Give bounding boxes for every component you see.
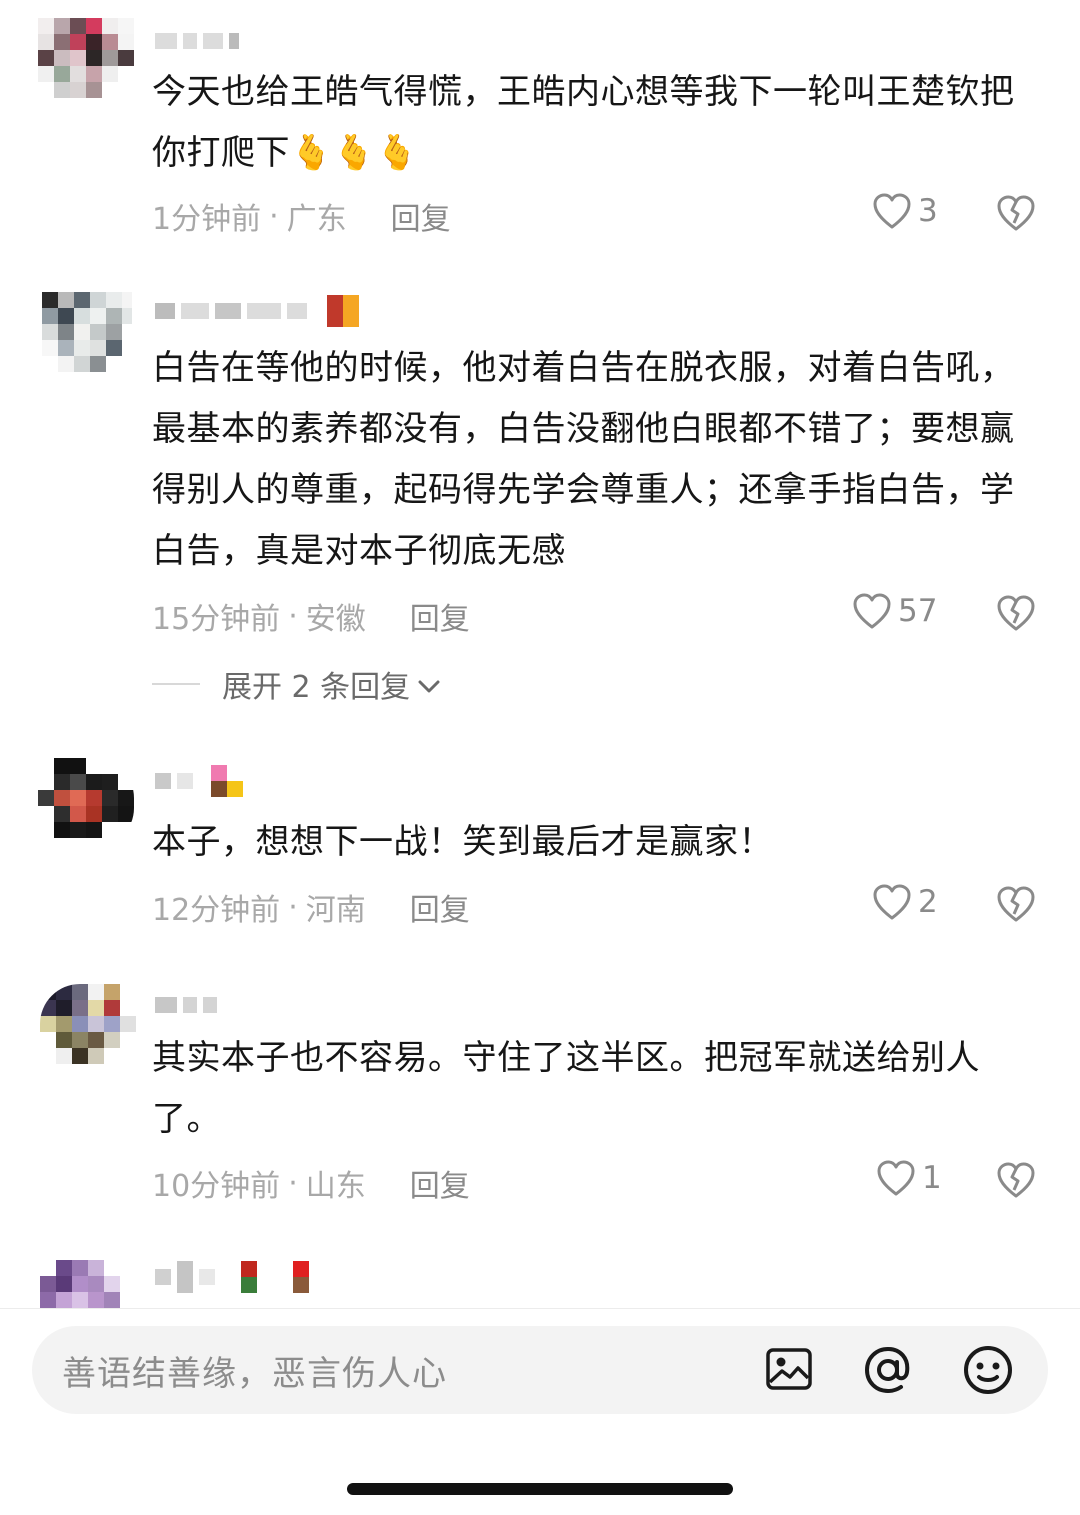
- input-divider: [0, 1308, 1080, 1309]
- like-button[interactable]: 2: [872, 883, 938, 921]
- heart-icon: [876, 1159, 916, 1197]
- heart-icon: [852, 592, 892, 630]
- avatar[interactable]: [42, 292, 132, 382]
- home-indicator[interactable]: [347, 1483, 733, 1495]
- avatar[interactable]: [40, 1260, 136, 1308]
- username-redacted[interactable]: [155, 990, 217, 1020]
- username-redacted[interactable]: [155, 26, 239, 56]
- chevron-down-icon: [418, 667, 440, 702]
- broken-heart-icon: [996, 194, 1036, 232]
- username-redacted[interactable]: [155, 295, 359, 327]
- like-button[interactable]: 57: [852, 592, 937, 630]
- broken-heart-icon: [996, 1161, 1036, 1199]
- dislike-button[interactable]: [996, 194, 1036, 232]
- user-badge: [293, 1261, 309, 1293]
- like-count: 3: [918, 193, 938, 229]
- broken-heart-icon: [996, 885, 1036, 923]
- broken-heart-icon: [996, 594, 1036, 632]
- meta-separator: ·: [288, 1165, 298, 1201]
- user-badge: [327, 295, 359, 327]
- comment-location: 河南: [305, 893, 366, 928]
- expand-replies-label: 展开 2 条回复: [222, 670, 411, 705]
- like-count: 57: [898, 593, 938, 629]
- comment-input-bar[interactable]: 善语结善缘，恶言伤人心: [32, 1326, 1048, 1414]
- like-count: 2: [918, 884, 938, 920]
- comment-text: 其实本子也不容易。守住了这半区。把冠军就送给别人了。: [152, 1038, 980, 1139]
- comment-location: 广东: [286, 202, 347, 237]
- comment-input-placeholder[interactable]: 善语结善缘，恶言伤人心: [62, 1346, 447, 1395]
- comment-meta: 15分钟前 · 安徽 回复: [152, 594, 470, 638]
- comment-meta: 1分钟前 · 广东 回复: [152, 194, 451, 238]
- like-count: 1: [922, 1160, 942, 1196]
- dislike-button[interactable]: [996, 885, 1036, 923]
- avatar[interactable]: [38, 758, 134, 848]
- like-button[interactable]: 1: [876, 1159, 942, 1197]
- user-badge: [241, 1261, 257, 1293]
- emoji-icon[interactable]: [962, 1344, 1014, 1400]
- comment-time: 10分钟前: [152, 1169, 281, 1204]
- meta-separator: ·: [288, 598, 298, 634]
- heart-icon: [872, 883, 912, 921]
- like-button[interactable]: 3: [872, 192, 938, 230]
- finger-heart-emoji: 🫰🫰🫰: [290, 133, 419, 173]
- comment-time: 15分钟前: [152, 602, 281, 637]
- comment-meta: 10分钟前 · 山东 回复: [152, 1161, 470, 1205]
- expand-divider: [152, 683, 200, 685]
- dislike-button[interactable]: [996, 1161, 1036, 1199]
- reply-button[interactable]: 回复: [410, 594, 470, 638]
- meta-separator: ·: [269, 198, 279, 234]
- user-badge: [211, 765, 243, 797]
- dislike-button[interactable]: [996, 594, 1036, 632]
- comment-meta: 12分钟前 · 河南 回复: [152, 885, 470, 929]
- comment-location: 山东: [305, 1169, 366, 1204]
- comment-time: 12分钟前: [152, 893, 281, 928]
- reply-button[interactable]: 回复: [391, 194, 451, 238]
- reply-button[interactable]: 回复: [410, 1161, 470, 1205]
- username-redacted[interactable]: [155, 765, 243, 797]
- expand-replies-button[interactable]: 展开 2 条回复: [152, 662, 440, 706]
- comment-text: 本子，想想下一战！笑到最后才是赢家！: [152, 822, 773, 862]
- heart-icon: [872, 192, 912, 230]
- meta-separator: ·: [288, 889, 298, 925]
- reply-button[interactable]: 回复: [410, 885, 470, 929]
- at-icon[interactable]: [862, 1344, 914, 1400]
- avatar[interactable]: [38, 18, 134, 108]
- username-redacted[interactable]: [155, 1261, 309, 1293]
- comment-text: 今天也给王皓气得慌，王皓内心想等我下一轮叫王楚钦把你打爬下🫰🫰🫰: [152, 72, 1015, 173]
- avatar[interactable]: [40, 984, 136, 1074]
- image-icon[interactable]: [764, 1344, 814, 1398]
- comment-time: 1分钟前: [152, 202, 262, 237]
- comment-text: 白告在等他的时候，他对着白告在脱衣服，对着白告吼，最基本的素养都没有，白告没翻他…: [152, 348, 1015, 571]
- comment-location: 安徽: [305, 602, 366, 637]
